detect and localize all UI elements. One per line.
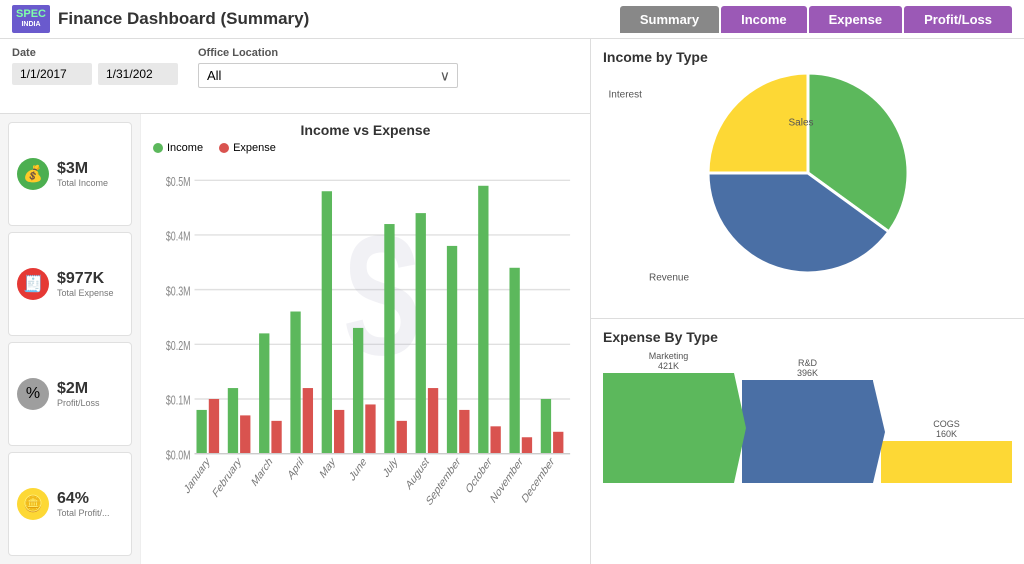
expense-bar — [881, 441, 1012, 483]
kpi-total-profit-pct: 🪙 64% Total Profit/... — [8, 452, 132, 556]
total-expense-label: Total Expense — [57, 288, 114, 298]
pie-chart-svg — [708, 73, 908, 273]
svg-text:$0.1M: $0.1M — [166, 394, 191, 408]
svg-text:February: February — [211, 454, 243, 500]
expense-legend-dot — [219, 143, 229, 153]
svg-text:November: November — [489, 455, 525, 507]
kpi-total-income: 💰 $3M Total Income — [8, 122, 132, 226]
kpi-column: 💰 $3M Total Income 🧾 $977K Total Expense… — [0, 114, 140, 564]
pie-label-revenue: Revenue — [649, 272, 689, 283]
logo-spec: SPEC — [16, 8, 46, 21]
chart-legend: Income Expense — [153, 142, 578, 154]
filters-bar: Date Office Location All New York London… — [0, 39, 590, 114]
tab-profitloss[interactable]: Profit/Loss — [904, 6, 1012, 33]
expense-bar — [742, 380, 873, 483]
income-legend-label: Income — [167, 142, 203, 154]
header: SPEC INDIA Finance Dashboard (Summary) S… — [0, 0, 1024, 39]
tab-income[interactable]: Income — [721, 6, 807, 33]
svg-text:March: March — [250, 455, 274, 490]
office-select-wrapper: All New York London Mumbai Singapore ∨ — [198, 63, 458, 88]
logo-india: INDIA — [21, 21, 40, 29]
svg-text:September: September — [425, 455, 463, 509]
date-inputs — [12, 63, 178, 85]
right-panel: Income by Type SalesRevenueInterest Expe… — [590, 39, 1024, 564]
income-icon: 💰 — [17, 158, 49, 190]
svg-text:May: May — [318, 454, 337, 481]
expense-bar — [603, 373, 734, 483]
expense-bar-top-label: Marketing421K — [649, 351, 689, 371]
tab-expense[interactable]: Expense — [809, 6, 902, 33]
svg-text:August: August — [405, 455, 431, 493]
svg-text:$0.0M: $0.0M — [166, 449, 191, 463]
total-income-value: $3M — [57, 160, 108, 178]
office-label: Office Location — [198, 47, 458, 59]
kpi-and-chart: 💰 $3M Total Income 🧾 $977K Total Expense… — [0, 114, 590, 564]
expense-legend-label: Expense — [233, 142, 276, 154]
income-legend-dot — [153, 143, 163, 153]
svg-text:$0.2M: $0.2M — [166, 340, 191, 354]
chart-title: Income vs Expense — [153, 122, 578, 138]
logo: SPEC INDIA — [12, 5, 50, 33]
svg-text:June: June — [348, 455, 368, 484]
expense-bar-top-label: R&D396K — [797, 358, 818, 378]
profit-pct-icon: 🪙 — [17, 488, 49, 520]
left-panel: Date Office Location All New York London… — [0, 39, 590, 564]
kpi-total-expense: 🧾 $977K Total Expense — [8, 232, 132, 336]
legend-income: Income — [153, 142, 203, 154]
expense-bar-group-rd: R&D396K — [742, 358, 873, 483]
legend-expense: Expense — [219, 142, 276, 154]
svg-text:$0.5M: $0.5M — [166, 176, 191, 190]
expense-by-type-title: Expense By Type — [603, 329, 1012, 345]
page-title: Finance Dashboard (Summary) — [58, 9, 309, 29]
date-filter-group: Date — [12, 47, 178, 105]
svg-text:April: April — [286, 455, 305, 483]
date-label: Date — [12, 47, 178, 59]
income-by-type-title: Income by Type — [603, 49, 1012, 65]
expense-bar-group-marketing: Marketing421K — [603, 351, 734, 483]
total-income-label: Total Income — [57, 178, 108, 188]
total-profit-pct-label: Total Profit/... — [57, 508, 110, 518]
kpi-profit-loss: % $2M Profit/Loss — [8, 342, 132, 446]
expense-bar-group-cogs: COGS160K — [881, 419, 1012, 483]
svg-text:July: July — [382, 454, 400, 480]
total-expense-value: $977K — [57, 270, 114, 288]
profitloss-icon: % — [17, 378, 49, 410]
date-from-input[interactable] — [12, 63, 92, 85]
profit-loss-value: $2M — [57, 380, 100, 398]
svg-text:$0.4M: $0.4M — [166, 230, 191, 244]
profit-loss-label: Profit/Loss — [57, 398, 100, 408]
main-content: Date Office Location All New York London… — [0, 39, 1024, 564]
date-to-input[interactable] — [98, 63, 178, 85]
logo-area: SPEC INDIA Finance Dashboard (Summary) — [12, 5, 309, 33]
office-select[interactable]: All New York London Mumbai Singapore — [198, 63, 458, 88]
bar-chart-svg: $0.5M$0.4M$0.3M$0.2M$0.1M$0.0MSJanuaryFe… — [153, 158, 578, 556]
svg-text:December: December — [520, 455, 556, 507]
pie-chart-container: SalesRevenueInterest — [603, 73, 1012, 273]
office-filter-group: Office Location All New York London Mumb… — [198, 47, 458, 105]
expense-by-type-panel: Expense By Type Marketing421K R&D396K COGS… — [591, 319, 1024, 564]
svg-text:$0.3M: $0.3M — [166, 285, 191, 299]
income-by-type-panel: Income by Type SalesRevenueInterest — [591, 39, 1024, 319]
total-profit-pct-value: 64% — [57, 490, 110, 508]
svg-text:October: October — [464, 455, 493, 497]
nav-tabs: Summary Income Expense Profit/Loss — [620, 6, 1012, 33]
bar-chart-canvas: $0.5M$0.4M$0.3M$0.2M$0.1M$0.0MSJanuaryFe… — [153, 158, 578, 556]
expense-icon: 🧾 — [17, 268, 49, 300]
pie-label-interest: Interest — [609, 90, 642, 101]
tab-summary[interactable]: Summary — [620, 6, 719, 33]
income-vs-expense-chart: Income vs Expense Income Expense $0.5M $0… — [140, 114, 590, 564]
expense-bar-chart: Marketing421K R&D396K COGS160K — [603, 353, 1012, 483]
expense-bar-top-label: COGS160K — [933, 419, 960, 439]
